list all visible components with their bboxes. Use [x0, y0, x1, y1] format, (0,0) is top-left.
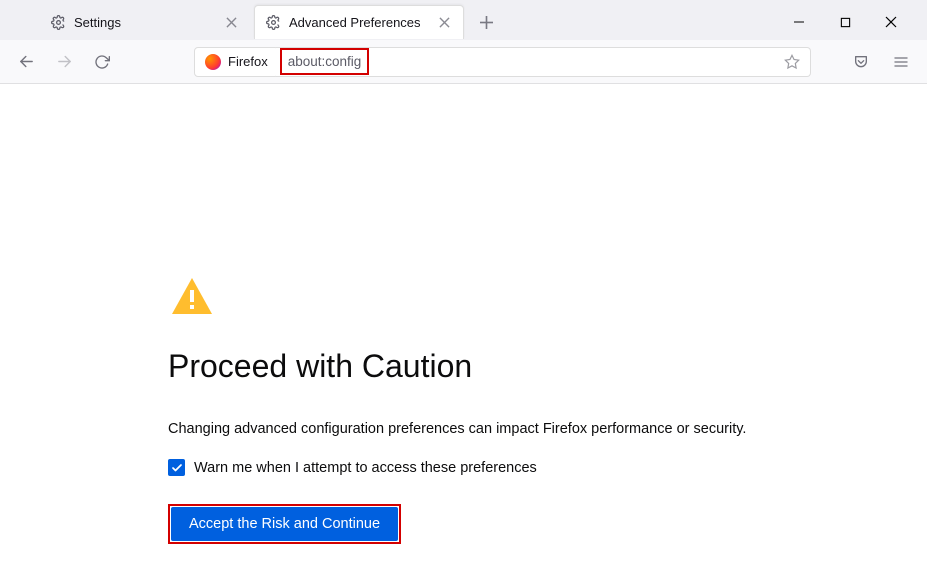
highlight-frame: Accept the Risk and Continue: [168, 504, 401, 544]
minimize-button[interactable]: [785, 8, 813, 36]
checkbox-label: Warn me when I attempt to access these p…: [194, 460, 537, 476]
window-close-button[interactable]: [877, 8, 905, 36]
tab-settings[interactable]: Settings: [40, 5, 250, 39]
tab-label: Settings: [74, 15, 214, 30]
forward-button[interactable]: [48, 46, 80, 78]
bookmark-star-icon[interactable]: [782, 52, 802, 72]
warning-triangle-icon: [168, 274, 216, 322]
back-button[interactable]: [10, 46, 42, 78]
reload-button[interactable]: [86, 46, 118, 78]
identity-label: Firefox: [228, 54, 268, 69]
url-bar-area: Firefox about:config: [194, 47, 811, 77]
warn-checkbox-row[interactable]: Warn me when I attempt to access these p…: [168, 459, 927, 476]
url-input[interactable]: about:config: [276, 47, 811, 77]
tab-advanced-preferences[interactable]: Advanced Preferences: [254, 5, 464, 39]
about-config-warning: Proceed with Caution Changing advanced c…: [0, 84, 927, 544]
toolbar-right-icons: [845, 46, 917, 78]
close-icon[interactable]: [222, 13, 240, 31]
warning-description: Changing advanced configuration preferen…: [168, 421, 927, 437]
window-controls: [785, 8, 919, 36]
tab-strip: Settings Advanced Preferences: [0, 0, 927, 40]
identity-box[interactable]: Firefox: [194, 47, 279, 77]
navigation-toolbar: Firefox about:config: [0, 40, 927, 84]
firefox-logo-icon: [205, 54, 221, 70]
gear-icon: [265, 15, 281, 31]
close-icon[interactable]: [435, 14, 453, 32]
maximize-button[interactable]: [831, 8, 859, 36]
url-text: about:config: [280, 48, 370, 75]
menu-button[interactable]: [885, 46, 917, 78]
page-title: Proceed with Caution: [168, 348, 927, 385]
gear-icon: [50, 14, 66, 30]
pocket-icon[interactable]: [845, 46, 877, 78]
tab-label: Advanced Preferences: [289, 15, 427, 30]
accept-risk-button[interactable]: Accept the Risk and Continue: [171, 507, 398, 541]
checkbox-checked-icon[interactable]: [168, 459, 185, 476]
new-tab-button[interactable]: [472, 8, 500, 36]
